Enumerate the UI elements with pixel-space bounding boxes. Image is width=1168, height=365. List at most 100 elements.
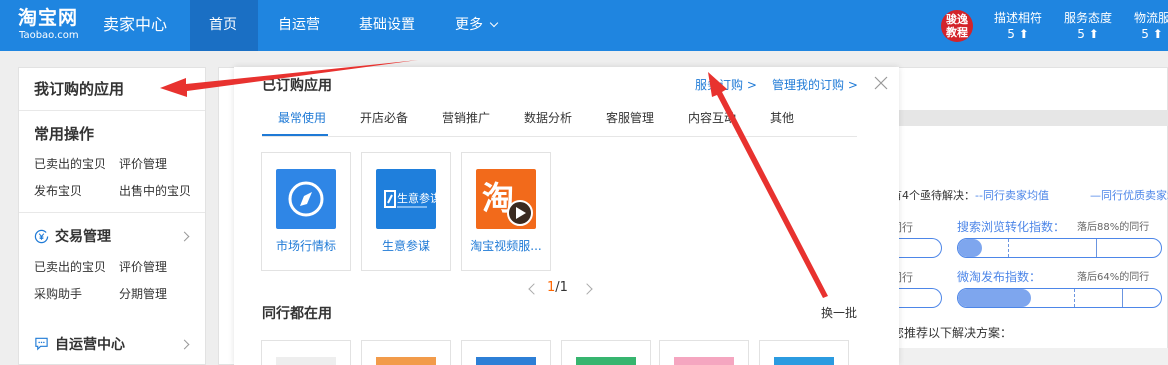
link-items-on-sale[interactable]: 出售中的宝贝: [119, 183, 191, 199]
score-description[interactable]: 描述相符 5 ⬆: [994, 10, 1042, 42]
metric-bar-fill: [958, 239, 983, 257]
app-icon: [576, 357, 636, 365]
business-advisor-icon: 生意参谋: [376, 169, 436, 229]
badge-line-2: 教程: [946, 26, 968, 39]
recommend-area: [880, 348, 1168, 365]
yen-circle-icon: [34, 229, 49, 244]
app-card-market-trends[interactable]: 市场行情标: [261, 152, 351, 271]
metric-label: 微淘发布指数：: [957, 270, 1042, 284]
nav-item-basic-settings[interactable]: 基础设置: [359, 15, 415, 35]
link-publish-item[interactable]: 发布宝贝: [34, 183, 82, 199]
notice-text: 您有4个亟待解决：--同行卖家均值: [880, 189, 1049, 203]
divider: [19, 110, 205, 111]
tabs-divider: [262, 136, 857, 137]
app-label: 市场行情标: [275, 239, 336, 253]
score-value: 5 ⬆: [1077, 27, 1099, 41]
link-sold-items[interactable]: 已卖出的宝贝: [34, 156, 106, 172]
popup-title: 已订购应用: [262, 78, 332, 94]
tutorial-badge[interactable]: 骏逸 教程: [941, 10, 973, 42]
legend-peer-average: --同行卖家均值: [975, 189, 1049, 202]
peer-apps-title: 同行都在用: [262, 306, 332, 322]
chevron-right-icon[interactable]: [179, 339, 190, 350]
score-service[interactable]: 服务态度 5 ⬆: [1064, 10, 1112, 42]
chat-bubble-icon: [35, 337, 48, 351]
app-icon: [774, 357, 834, 365]
tab-customer-service[interactable]: 客服管理: [606, 110, 654, 126]
panel-header-strip: [880, 110, 1168, 126]
seller-center-title: 卖家中心: [103, 15, 168, 34]
link-review-management[interactable]: 评价管理: [119, 259, 167, 275]
compass-icon: [276, 169, 336, 229]
logo-text: 淘宝网: [18, 7, 79, 29]
top-seller-marker: [1096, 239, 1097, 257]
icon-text: 生意参谋: [397, 191, 436, 205]
peer-app-card[interactable]: [261, 340, 351, 365]
app-icon: [376, 357, 436, 365]
app-card-taobao-video[interactable]: 淘 淘宝视频服...: [461, 152, 551, 271]
link-review-management[interactable]: 评价管理: [119, 156, 167, 172]
manage-subscriptions-link[interactable]: 管理我的订购 >: [772, 77, 858, 93]
app-label: 生意参谋: [381, 239, 430, 253]
top-navigation-bar: 淘宝网 Taobao.com 卖家中心 首页 自运营 基础设置 更多 骏逸 教程…: [0, 0, 1168, 51]
nav-item-self-operation[interactable]: 自运营: [278, 15, 320, 35]
prev-page-icon[interactable]: [528, 283, 540, 295]
trade-management-title[interactable]: 交易管理: [55, 227, 111, 247]
score-label: 物流服: [1134, 11, 1168, 25]
taobao-logo[interactable]: 淘宝网 Taobao.com: [18, 7, 96, 43]
metric-bar: [957, 238, 1162, 258]
nav-more-label: 更多: [455, 17, 483, 33]
next-page-icon[interactable]: [581, 283, 593, 295]
tab-most-used[interactable]: 最常使用: [278, 110, 326, 126]
tab-store-essentials[interactable]: 开店必备: [360, 110, 408, 126]
peer-app-card[interactable]: [759, 340, 849, 365]
tab-data-analysis[interactable]: 数据分析: [524, 110, 572, 126]
peer-average-marker: [1008, 239, 1009, 257]
logo-subtext: Taobao.com: [19, 30, 79, 41]
subscribed-apps-popup: 已订购应用 服务订购 > 管理我的订购 > 最常使用 开店必备 营销推广 数据分…: [234, 67, 899, 365]
nav-item-more[interactable]: 更多: [455, 15, 499, 35]
pager: 1/1: [547, 279, 568, 297]
sidebar-title[interactable]: 我订购的应用: [34, 79, 124, 99]
score-value: 5 ⬆: [1141, 27, 1163, 41]
top-seller-marker: [1122, 289, 1123, 307]
tab-other[interactable]: 其他: [770, 110, 794, 126]
app-label: 淘宝视频服...: [470, 239, 542, 253]
link-installment-management[interactable]: 分期管理: [119, 286, 167, 302]
pager-total: /1: [555, 280, 568, 295]
left-sidebar: 我订购的应用 常用操作 已卖出的宝贝 评价管理 发布宝贝 出售中的宝贝 交易管理…: [18, 67, 206, 365]
taobao-video-icon: 淘: [476, 169, 536, 229]
service-subscription-link[interactable]: 服务订购 >: [695, 77, 757, 93]
refresh-batch-button[interactable]: 换一批: [821, 305, 857, 321]
app-icon: [674, 357, 734, 365]
peer-app-card[interactable]: [361, 340, 451, 365]
link-purchase-assistant[interactable]: 采购助手: [34, 286, 82, 302]
active-tab-indicator: [262, 134, 328, 136]
app-card-business-advisor[interactable]: 生意参谋 生意参谋: [361, 152, 451, 271]
nav-item-home[interactable]: 首页: [209, 15, 237, 35]
app-icon: [476, 357, 536, 365]
chevron-down-icon: [489, 18, 499, 28]
seller-center-page: 淘宝网 Taobao.com 卖家中心 首页 自运营 基础设置 更多 骏逸 教程…: [0, 0, 1168, 365]
chevron-right-icon[interactable]: [179, 231, 190, 242]
self-operation-center-title[interactable]: 自运营中心: [55, 335, 125, 355]
metric-bar: [957, 288, 1162, 308]
score-label: 服务态度: [1064, 11, 1113, 25]
common-ops-title: 常用操作: [34, 125, 95, 143]
peer-app-card[interactable]: [461, 340, 551, 365]
link-sold-items[interactable]: 已卖出的宝贝: [34, 259, 106, 275]
legend-top-seller-average: —同行优质卖家均值: [1090, 189, 1168, 202]
metric-label: 搜索浏览转化指数：: [957, 220, 1066, 234]
tab-content-interaction[interactable]: 内容互动: [688, 110, 736, 126]
recommend-text: 为您推荐以下解决方案：: [880, 326, 1013, 340]
metric-bar-fill: [958, 289, 1032, 307]
peer-average-marker: [1074, 289, 1075, 307]
tab-marketing[interactable]: 营销推广: [442, 110, 490, 126]
peer-app-card[interactable]: [561, 340, 651, 365]
score-logistics[interactable]: 物流服 5 ⬆: [1134, 10, 1168, 42]
score-label: 描述相符: [994, 11, 1043, 25]
divider: [19, 212, 205, 213]
metric-note: 落后88%的同行: [1077, 222, 1150, 233]
metric-note: 落后64%的同行: [1077, 272, 1150, 283]
close-icon[interactable]: [872, 74, 890, 92]
peer-app-card[interactable]: [659, 340, 749, 365]
